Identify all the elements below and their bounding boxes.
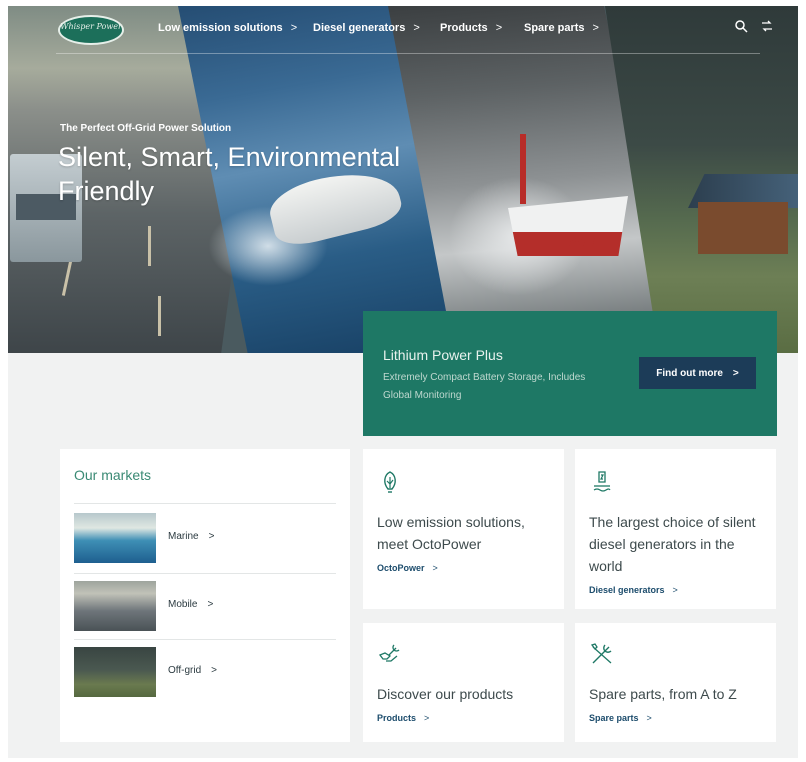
- generator-icon: [589, 469, 615, 495]
- link-label: Diesel generators: [589, 585, 665, 595]
- hero-kicker: The Perfect Off-Grid Power Solution: [60, 123, 232, 134]
- chevron-right-icon: >: [592, 22, 599, 34]
- link-label: Spare parts: [589, 713, 639, 723]
- diesel-generators-link[interactable]: Diesel generators >: [589, 585, 678, 595]
- hero-banner: SAR Whisper Power Low emission solutions…: [8, 6, 798, 353]
- ship-mast: [520, 134, 526, 204]
- tools-icon: [589, 641, 615, 667]
- chevron-right-icon: >: [732, 367, 739, 379]
- diesel-generators-card[interactable]: The largest choice of silent diesel gene…: [575, 449, 776, 609]
- nav-item-low-emission[interactable]: Low emission solutions >: [158, 22, 297, 34]
- chevron-right-icon: >: [672, 585, 678, 595]
- market-label: Off-grid: [168, 665, 202, 676]
- markets-title: Our markets: [74, 467, 152, 483]
- card-title: Spare parts, from A to Z: [589, 686, 737, 702]
- off-grid-thumbnail: [74, 647, 156, 697]
- hero-headline: Silent, Smart, Environmental Friendly: [58, 142, 401, 206]
- language-switch-icon[interactable]: [760, 19, 774, 36]
- chevron-right-icon: >: [646, 713, 652, 723]
- spare-parts-card[interactable]: Spare parts, from A to Z Spare parts >: [575, 623, 776, 742]
- mobile-thumbnail: [74, 581, 156, 631]
- page: SAR Whisper Power Low emission solutions…: [8, 6, 798, 758]
- card-title: Discover our products: [377, 686, 514, 702]
- wrench-hand-icon: [377, 641, 403, 667]
- market-item-off-grid[interactable]: Off-grid >: [74, 647, 336, 699]
- chevron-right-icon: >: [290, 22, 298, 34]
- products-card[interactable]: Discover our products Products >: [363, 623, 564, 742]
- our-markets-card: Our markets Marine > Mobile > Off-grid >: [60, 449, 350, 742]
- market-label: Mobile: [168, 599, 198, 610]
- nav-item-label: Products: [440, 22, 488, 34]
- divider: [74, 639, 336, 640]
- promo-title: Lithium Power Plus: [383, 347, 503, 363]
- nav-item-diesel-generators[interactable]: Diesel generators >: [313, 22, 420, 34]
- nav-item-label: Spare parts: [524, 22, 585, 34]
- market-item-mobile[interactable]: Mobile >: [74, 581, 336, 633]
- top-navigation: Whisper Power Low emission solutions > Di…: [8, 6, 798, 54]
- nav-item-label: Diesel generators: [313, 22, 406, 34]
- button-label: Find out more: [656, 367, 723, 379]
- card-title: The largest choice of silent diesel gene…: [589, 514, 756, 574]
- chevron-right-icon: >: [211, 665, 218, 676]
- promo-lithium-power-plus: Lithium Power Plus Extremely Compact Bat…: [363, 311, 777, 436]
- promo-subtitle: Extremely Compact Battery Storage, Inclu…: [383, 372, 586, 401]
- cabin-image: [698, 202, 788, 254]
- divider: [74, 573, 336, 574]
- link-label: Products: [377, 713, 417, 723]
- link-label: OctoPower: [377, 563, 425, 573]
- chevron-right-icon: >: [413, 22, 420, 34]
- nav-item-spare-parts[interactable]: Spare parts >: [524, 22, 599, 34]
- spare-parts-link[interactable]: Spare parts >: [589, 713, 652, 723]
- nav-item-label: Low emission solutions: [158, 22, 283, 34]
- ship-label: SAR: [568, 234, 596, 249]
- chevron-right-icon: >: [495, 22, 503, 34]
- products-link[interactable]: Products >: [377, 713, 429, 723]
- chevron-right-icon: >: [207, 599, 214, 610]
- brand-logo[interactable]: Whisper Power: [58, 15, 124, 45]
- market-item-marine[interactable]: Marine >: [74, 513, 336, 565]
- chevron-right-icon: >: [424, 713, 430, 723]
- divider: [74, 503, 336, 504]
- find-out-more-button[interactable]: Find out more >: [639, 357, 756, 389]
- low-emission-card[interactable]: Low emission solutions, meet OctoPower O…: [363, 449, 564, 609]
- chevron-right-icon: >: [432, 563, 438, 573]
- card-title: Low emission solutions, meet OctoPower: [377, 514, 525, 552]
- market-label: Marine: [168, 531, 199, 542]
- marine-thumbnail: [74, 513, 156, 563]
- chevron-right-icon: >: [208, 531, 215, 542]
- octopower-link[interactable]: OctoPower >: [377, 563, 438, 573]
- leaf-bulb-icon: [377, 469, 403, 495]
- nav-item-products[interactable]: Products >: [440, 22, 502, 34]
- search-icon[interactable]: [734, 19, 748, 36]
